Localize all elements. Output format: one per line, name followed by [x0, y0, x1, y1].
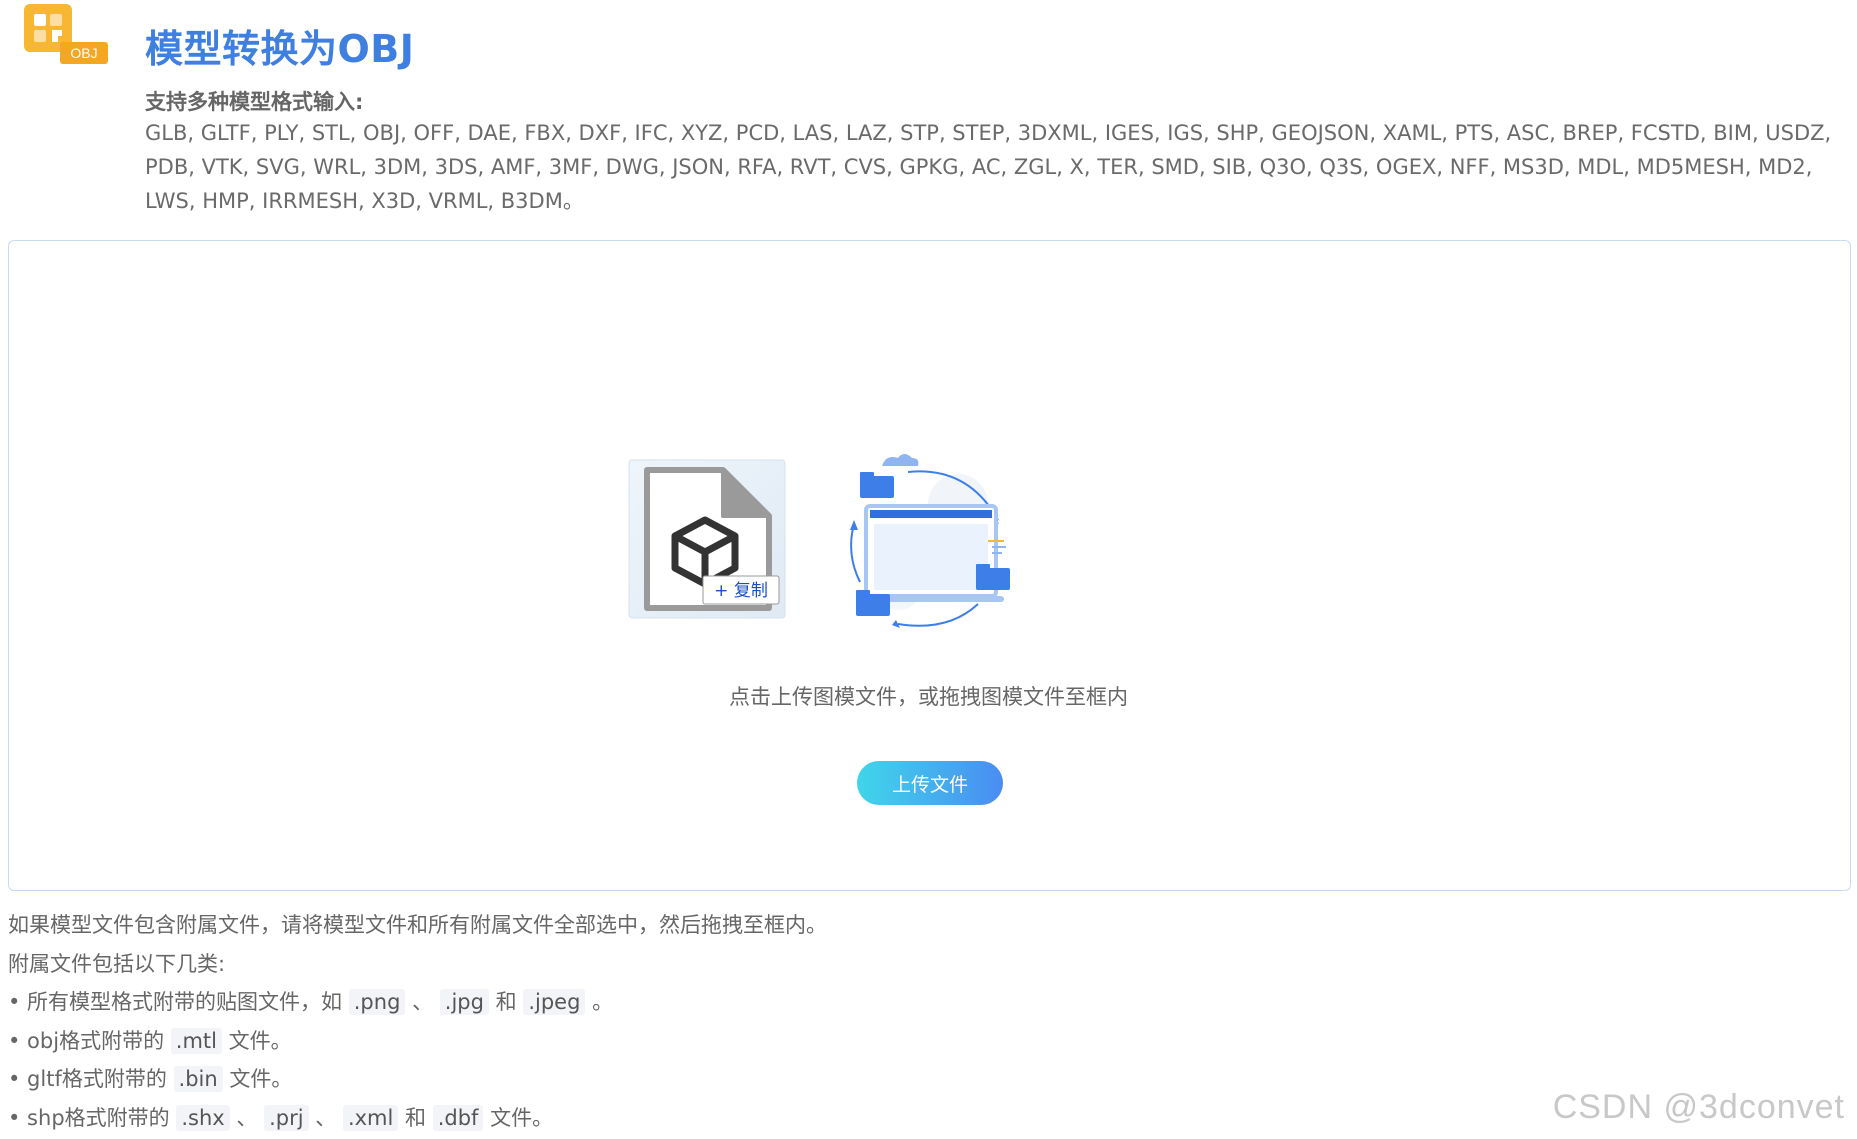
note-line-shp: • shp格式附带的 .shx 、 .prj 、 .xml 和 .dbf 文件。: [8, 1099, 1508, 1138]
transfer-illustration-icon: [850, 454, 1010, 628]
ext-jpg: .jpg: [439, 989, 489, 1015]
upload-file-button[interactable]: 上传文件: [857, 761, 1003, 805]
note-text: 文件。: [490, 1105, 554, 1130]
note-line-2: 附属文件包括以下几类:: [8, 951, 226, 976]
page-title: 模型转换为OBJ: [145, 27, 415, 71]
ext-mtl: .mtl: [170, 1027, 222, 1054]
note-text: • 所有模型格式附带的贴图文件，如: [8, 990, 343, 1014]
note-text: • obj格式附带的: [8, 1028, 165, 1053]
supported-formats-list: GLB, GLTF, PLY, STL, OBJ, OFF, DAE, FBX,…: [145, 121, 1832, 213]
copy-badge: + 复制: [714, 581, 768, 601]
logo-badge-text: OBJ: [70, 45, 97, 61]
model-file-icon: + 复制: [628, 459, 786, 619]
note-separator: 、: [315, 1105, 337, 1130]
note-text: 文件。: [229, 1067, 293, 1091]
ext-png: .png: [348, 989, 406, 1015]
note-text: 。: [592, 990, 614, 1014]
watermark: CSDN @3dconvet: [1552, 1088, 1845, 1126]
drop-hint-text: 点击上传图模文件，或拖拽图模文件至框内: [729, 685, 1128, 709]
support-heading: 支持多种模型格式输入:: [145, 90, 364, 114]
ext-prj: .prj: [264, 1104, 309, 1131]
note-separator: 、: [412, 990, 434, 1014]
app-logo-icon: OBJ: [24, 4, 108, 64]
note-separator: 、: [236, 1105, 258, 1130]
ext-shx: .shx: [176, 1104, 230, 1131]
page: OBJ 模型转换为OBJ 支持多种模型格式输入: GLB, GLTF, PLY,…: [0, 0, 1857, 1139]
note-text: 文件。: [228, 1028, 292, 1053]
ext-dbf: .dbf: [432, 1104, 484, 1131]
note-text: • gltf格式附带的: [8, 1067, 167, 1091]
note-line-obj: • obj格式附带的 .mtl 文件。: [8, 1022, 1508, 1061]
ext-xml: .xml: [342, 1104, 399, 1131]
attachment-notes: 如果模型文件包含附属文件，请将模型文件和所有附属文件全部选中，然后拖拽至框内。 …: [8, 906, 1508, 1137]
ext-jpeg: .jpeg: [523, 989, 586, 1015]
note-line-gltf: • gltf格式附带的 .bin 文件。: [8, 1060, 1508, 1099]
ext-bin: .bin: [173, 1066, 223, 1092]
note-text: • shp格式附带的: [8, 1105, 170, 1130]
note-line-1: 如果模型文件包含附属文件，请将模型文件和所有附属文件全部选中，然后拖拽至框内。: [8, 913, 827, 937]
note-separator: 和: [405, 1105, 427, 1130]
note-separator: 和: [495, 990, 517, 1014]
note-line-textures: • 所有模型格式附带的贴图文件，如 .png 、 .jpg 和 .jpeg 。: [8, 983, 1508, 1022]
